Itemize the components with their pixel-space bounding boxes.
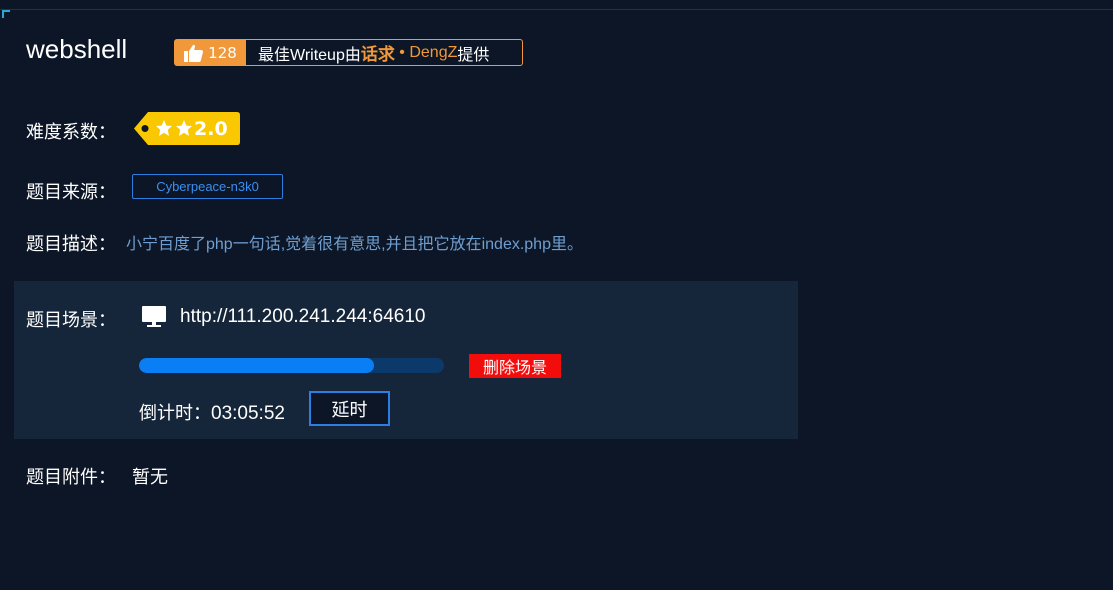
scene-url-link[interactable]: http://111.200.241.244:64610: [180, 306, 425, 328]
writeup-team[interactable]: 话求: [361, 40, 395, 65]
writeup-text: 最佳Writeup由 话求 • DengZ 提供: [246, 40, 489, 65]
scene-progress-fill: [139, 358, 374, 373]
top-divider: [0, 9, 1113, 10]
difficulty-value: 2.0: [194, 118, 228, 140]
delete-scene-button[interactable]: 删除场景: [469, 354, 561, 378]
attachment-value: 暂无: [132, 467, 168, 488]
extend-time-button[interactable]: 延时: [309, 391, 390, 426]
corner-decoration: [2, 10, 10, 18]
writeup-author[interactable]: DengZ: [409, 44, 457, 62]
source-tag-button[interactable]: Cyberpeace-n3k0: [132, 174, 283, 199]
source-label: 题目来源：: [26, 182, 116, 203]
scene-progress-bar: [139, 358, 444, 373]
writeup-prefix: 最佳Writeup由: [258, 46, 361, 64]
description-text: 小宁百度了php一句话,觉着很有意思,并且把它放在index.php里。: [126, 236, 583, 253]
star-icons: [156, 120, 192, 136]
countdown-time: 03:05:52: [211, 403, 285, 424]
countdown: 倒计时：03:05:52: [139, 399, 285, 425]
monitor-icon: [142, 306, 166, 327]
description-label: 题目描述：: [26, 234, 116, 255]
like-count: 128: [208, 43, 237, 62]
thumbs-up-icon: [184, 44, 204, 62]
countdown-label: 倒计时：: [139, 403, 211, 424]
writeup-suffix: 提供: [457, 46, 490, 64]
difficulty-tag: 2.0: [134, 112, 240, 145]
best-writeup-badge[interactable]: 128 最佳Writeup由 话求 • DengZ 提供: [174, 39, 523, 66]
attachment-label: 题目附件：: [26, 467, 116, 488]
difficulty-label: 难度系数：: [26, 122, 116, 143]
like-button[interactable]: 128: [175, 40, 246, 65]
writeup-separator: •: [394, 43, 410, 61]
scene-label: 题目场景：: [26, 310, 116, 331]
challenge-title: webshell: [26, 34, 128, 64]
